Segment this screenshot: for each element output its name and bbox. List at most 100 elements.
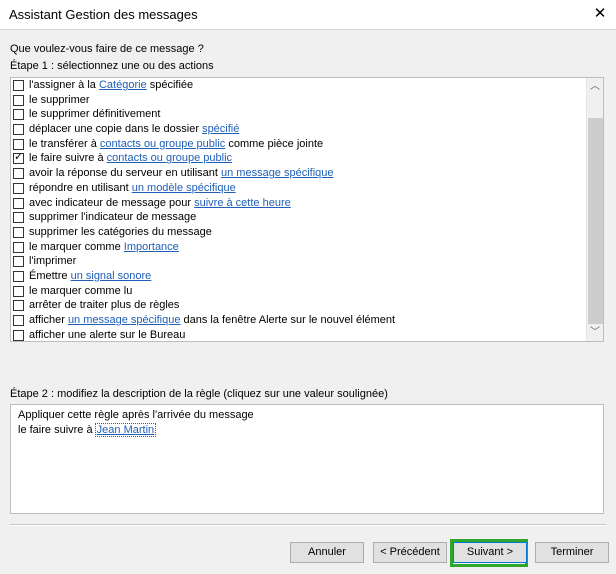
description-line-1: Appliquer cette règle après l'arrivée du… — [18, 409, 254, 421]
question-label: Que voulez-vous faire de ce message ? — [10, 43, 204, 55]
scroll-down-icon[interactable]: ﹀ — [587, 324, 603, 341]
checkbox[interactable] — [13, 197, 24, 209]
action-link[interactable]: contacts ou groupe public — [100, 138, 225, 150]
checkbox[interactable] — [13, 124, 24, 136]
action-label: avoir la réponse du serveur en utilisant… — [29, 166, 334, 180]
action-text-suffix: comme pièce jointe — [225, 137, 324, 150]
action-link[interactable]: contacts ou groupe public — [107, 152, 232, 164]
checkbox[interactable] — [13, 300, 24, 312]
action-text: l'imprimer — [29, 255, 77, 268]
cancel-button[interactable]: Annuler — [290, 542, 364, 563]
checkbox[interactable] — [13, 80, 24, 91]
action-item[interactable]: déplacer une copie dans le dossier spéci… — [11, 122, 586, 137]
action-label: l'assigner à la Catégorie spécifiée — [29, 78, 193, 92]
action-item[interactable]: supprimer l'indicateur de message — [11, 210, 586, 225]
action-label: afficher un message spécifique dans la f… — [29, 313, 395, 327]
window-title: Assistant Gestion des messages — [9, 7, 198, 22]
checkbox[interactable] — [13, 168, 24, 180]
checkbox[interactable] — [13, 285, 24, 297]
action-link[interactable]: spécifié — [202, 123, 239, 135]
action-text: arrêter de traiter plus de règles — [29, 299, 180, 312]
action-text: afficher — [29, 314, 68, 326]
action-link[interactable]: un signal sonore — [71, 270, 152, 282]
checkbox-checked[interactable] — [13, 150, 24, 165]
action-text: le supprimer — [29, 93, 90, 106]
action-label: le transférer à contacts ou groupe publi… — [29, 137, 323, 151]
action-text: Émettre — [29, 269, 71, 282]
title-bar: Assistant Gestion des messages ✕ — [0, 0, 616, 30]
step1-label: Étape 1 : sélectionnez une ou des action… — [10, 60, 214, 72]
action-text: le marquer comme — [29, 240, 124, 253]
finish-button[interactable]: Terminer — [535, 542, 609, 563]
close-icon[interactable]: ✕ — [590, 4, 610, 24]
action-link[interactable]: Catégorie — [99, 79, 147, 91]
action-item[interactable]: avoir la réponse du serveur en utilisant… — [11, 166, 586, 181]
action-label: le supprimer définitivement — [29, 107, 160, 121]
action-item[interactable]: le supprimer définitivement — [11, 107, 586, 122]
recipient-link[interactable]: Jean Martin — [94, 423, 157, 437]
checkbox[interactable] — [13, 256, 24, 268]
action-text: avoir la réponse du serveur en utilisant — [29, 167, 221, 180]
action-link[interactable]: un message spécifique — [221, 167, 334, 179]
checkbox[interactable] — [13, 182, 24, 194]
action-label: avec indicateur de message pour suivre à… — [29, 196, 291, 210]
action-item[interactable]: supprimer les catégories du message — [11, 225, 586, 240]
action-item[interactable]: le transférer à contacts ou groupe publi… — [11, 137, 586, 152]
action-item[interactable]: afficher un message spécifique dans la f… — [11, 313, 586, 328]
actions-scrollbar[interactable]: ︿ ﹀ — [586, 78, 603, 341]
checkbox[interactable] — [13, 241, 24, 253]
checkbox[interactable] — [13, 109, 24, 121]
action-label: supprimer l'indicateur de message — [29, 210, 196, 224]
action-item[interactable]: l'assigner à la Catégorie spécifiée — [11, 78, 586, 93]
action-item[interactable]: le supprimer — [11, 93, 586, 108]
action-item[interactable]: le faire suivre à contacts ou groupe pub… — [11, 150, 586, 166]
scroll-up-icon[interactable]: ︿ — [587, 78, 603, 95]
action-item[interactable]: le marquer comme lu — [11, 284, 586, 299]
action-link[interactable]: un message spécifique — [68, 314, 181, 326]
action-label: l'imprimer — [29, 254, 76, 268]
action-label: déplacer une copie dans le dossier spéci… — [29, 122, 239, 136]
scroll-thumb[interactable] — [588, 118, 603, 324]
action-label: supprimer les catégories du message — [29, 225, 212, 239]
action-item[interactable]: arrêter de traiter plus de règles — [11, 298, 586, 313]
action-link[interactable]: un modèle spécifique — [132, 182, 236, 194]
action-text: avec indicateur de message pour — [29, 196, 195, 209]
description-prefix: le faire suivre à — [18, 424, 96, 436]
checkbox[interactable] — [13, 329, 24, 341]
action-label: le faire suivre à contacts ou groupe pub… — [29, 151, 232, 165]
action-label: Émettre un signal sonore — [29, 269, 151, 283]
action-link[interactable]: suivre à cette heure — [194, 197, 291, 209]
description-line-2: le faire suivre à Jean Martin — [18, 423, 157, 437]
actions-listbox[interactable]: l'assigner à la Catégorie spécifiée le su… — [10, 77, 604, 342]
action-text: l'assigner à la — [29, 79, 99, 91]
action-item[interactable]: l'imprimer — [11, 254, 586, 269]
action-item[interactable]: le marquer comme Importance — [11, 240, 586, 255]
action-label: afficher une alerte sur le Bureau — [29, 328, 186, 341]
action-item[interactable]: afficher une alerte sur le Bureau — [11, 328, 586, 341]
action-item[interactable]: Émettre un signal sonore — [11, 269, 586, 284]
next-button[interactable]: Suivant > — [453, 542, 527, 563]
action-text: supprimer les catégories du message — [29, 225, 212, 238]
action-item[interactable]: avec indicateur de message pour suivre à… — [11, 196, 586, 211]
action-label: le marquer comme lu — [29, 284, 132, 298]
checkbox[interactable] — [13, 270, 24, 282]
step2-label: Étape 2 : modifiez la description de la … — [10, 388, 388, 400]
separator — [10, 524, 606, 526]
action-text-suffix: dans la fenêtre Alerte sur le nouvel élé… — [180, 314, 396, 326]
previous-button[interactable]: < Précédent — [373, 542, 447, 563]
action-text: afficher une alerte sur le Bureau — [29, 328, 186, 341]
action-text: le supprimer définitivement — [29, 108, 161, 121]
rule-description-box: Appliquer cette règle après l'arrivée du… — [10, 404, 604, 514]
action-text: le marquer comme lu — [29, 284, 133, 297]
action-item[interactable]: répondre en utilisant un modèle spécifiq… — [11, 181, 586, 196]
action-text: répondre en utilisant — [29, 181, 132, 194]
checkbox[interactable] — [13, 212, 24, 224]
action-link[interactable]: Importance — [124, 241, 179, 253]
checkbox[interactable] — [13, 94, 24, 106]
action-label: le marquer comme Importance — [29, 240, 179, 254]
checkbox[interactable] — [13, 138, 24, 150]
action-text: le transférer à — [29, 137, 100, 150]
checkbox[interactable] — [13, 315, 24, 326]
checkbox[interactable] — [13, 226, 24, 238]
action-label: le supprimer — [29, 93, 90, 107]
